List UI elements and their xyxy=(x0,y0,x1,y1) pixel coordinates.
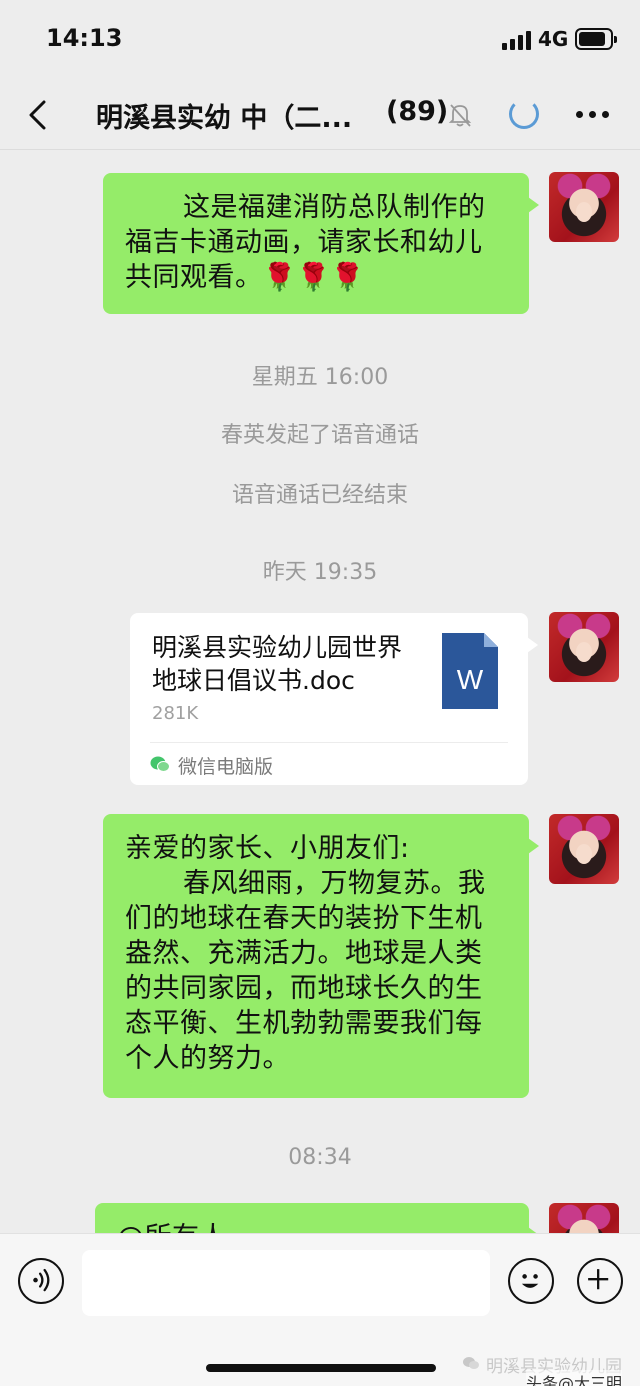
emoji-icon[interactable] xyxy=(508,1258,554,1304)
chat-title[interactable]: 明溪县实幼 中（二... xyxy=(96,96,352,135)
watermark-source: 头条@大三明 xyxy=(526,1370,623,1386)
member-count: (89) xyxy=(386,96,449,127)
system-message: 春英发起了语音通话 xyxy=(220,423,419,448)
message-line: 共同观看。🌹🌹🌹 xyxy=(125,262,365,293)
timestamp: 昨天 19:35 xyxy=(262,560,378,585)
file-name: 明溪县实验幼儿园世界地球日倡议书.doc xyxy=(152,633,403,695)
divider xyxy=(150,742,508,743)
file-message[interactable]: 明溪县实验幼儿园世界地球日倡议书.doc 281K W 微信电脑版 xyxy=(130,613,538,785)
message-line: 盎然、充满活力。地球是人类 xyxy=(125,938,483,969)
voice-icon[interactable] xyxy=(18,1258,64,1304)
chat-messages[interactable]: 这是福建消防总队制作的 福吉卡通动画，请家长和幼儿 共同观看。🌹🌹🌹 星期五 1… xyxy=(0,151,640,1233)
avatar[interactable] xyxy=(549,612,619,682)
home-indicator[interactable] xyxy=(206,1364,436,1372)
signal-icon xyxy=(502,30,532,50)
message-line: 的共同家园，而地球长久的生 xyxy=(125,973,483,1004)
wechat-icon xyxy=(463,1357,479,1369)
message-bubble[interactable]: 亲爱的家长、小朋友们: 春风细雨，万物复苏。我 们的地球在春天的装扮下生机 盎然… xyxy=(103,814,539,1098)
message-line: 春风细雨，万物复苏。我 xyxy=(183,868,486,899)
battery-icon xyxy=(575,28,617,50)
file-source: 微信电脑版 xyxy=(178,756,274,778)
network-type: 4G xyxy=(538,27,569,51)
message-bubble[interactable]: @所有人 xyxy=(95,1203,539,1233)
file-size: 281K xyxy=(152,703,199,724)
input-bar: 明溪县实验幼儿园 头条@大三明 xyxy=(0,1233,640,1386)
chat-header: 明溪县实幼 中（二... (89) xyxy=(0,80,640,150)
message-line: 福吉卡通动画，请家长和幼儿 xyxy=(125,227,483,258)
word-doc-letter: W xyxy=(457,664,484,695)
avatar[interactable] xyxy=(549,814,619,884)
more-dots-icon[interactable] xyxy=(576,111,610,119)
system-message: 语音通话已经结束 xyxy=(231,483,408,508)
chevron-left-icon[interactable] xyxy=(22,98,56,132)
message-line: 们的地球在春天的装扮下生机 xyxy=(125,903,483,934)
avatar[interactable] xyxy=(549,1203,619,1233)
status-time: 14:13 xyxy=(46,24,123,52)
avatar[interactable] xyxy=(549,172,619,242)
wechat-icon xyxy=(150,756,170,772)
message-line: 这是福建消防总队制作的 xyxy=(183,192,486,223)
message-line: 态平衡、生机勃勃需要我们每 xyxy=(125,1008,483,1039)
status-bar: 14:13 4G xyxy=(0,0,640,80)
message-input[interactable] xyxy=(82,1250,490,1316)
word-doc-icon: W xyxy=(442,633,498,709)
spinner-icon xyxy=(509,99,539,129)
bell-off-icon xyxy=(448,104,472,127)
message-bubble[interactable]: 这是福建消防总队制作的 福吉卡通动画，请家长和幼儿 共同观看。🌹🌹🌹 xyxy=(103,173,539,314)
timestamp: 08:34 xyxy=(288,1145,352,1170)
message-line: 个人的努力。 xyxy=(125,1043,290,1074)
message-line: @所有人 xyxy=(117,1220,507,1233)
message-line: 亲爱的家长、小朋友们: xyxy=(125,833,410,864)
plus-icon[interactable] xyxy=(577,1258,623,1304)
timestamp: 星期五 16:00 xyxy=(251,365,389,390)
